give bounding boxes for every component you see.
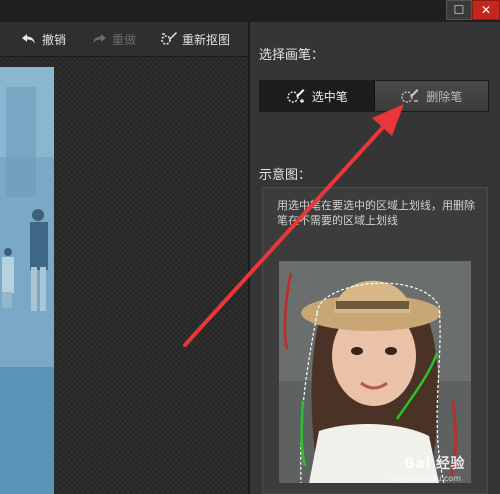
redo-icon (93, 34, 106, 44)
preview-section-title: 示意图： (259, 168, 312, 183)
select-brush-button[interactable]: 选中笔 (260, 81, 375, 111)
street-photo (0, 67, 54, 494)
redo-label: 重做 (112, 32, 137, 47)
rematte-label: 重新抠图 (182, 32, 231, 47)
undo-button[interactable]: 撤销 (20, 30, 66, 48)
brush-section-title: 选择画笔： (259, 48, 325, 63)
photo-preview (0, 67, 54, 494)
baidu-watermark-url: jingyan.baidu.com (387, 474, 461, 483)
brush-selector: 选中笔 删除笔 (259, 80, 489, 112)
maximize-icon: ☐ (453, 3, 465, 17)
erase-brush-button[interactable]: 删除笔 (374, 81, 488, 111)
preview-description: 用选中笔在要选中的区域上划线，用删除笔在不需要的区域上划线 (277, 199, 475, 227)
redo-button[interactable]: 重做 (90, 30, 136, 48)
rematte-icon (161, 32, 177, 45)
preview-box: 用选中笔在要选中的区域上划线，用删除笔在不需要的区域上划线 Bai 经验 jin… (262, 187, 488, 494)
rematte-button[interactable]: 重新抠图 (160, 30, 230, 48)
undo-icon (22, 34, 35, 44)
erase-brush-icon (401, 89, 419, 103)
select-brush-label: 选中笔 (311, 89, 348, 104)
girl-photo (279, 261, 471, 483)
baidu-watermark: Bai 经验 (404, 456, 465, 472)
select-brush-icon (287, 89, 305, 103)
image-canvas[interactable] (0, 57, 248, 494)
close-button[interactable]: ✕ (472, 0, 500, 20)
title-bar: ☐ ✕ (0, 0, 500, 22)
erase-brush-label: 删除笔 (426, 89, 463, 104)
undo-label: 撤销 (42, 32, 67, 47)
brush-panel: 选择画笔： 选中笔 删除笔 示意图： 用选中笔在要选中的区域上划线，用删除笔在不… (250, 22, 500, 494)
edit-toolbar: 撤销 重做 重新抠图 (0, 22, 248, 57)
preview-image: Bai 经验 jingyan.baidu.com (279, 261, 471, 483)
maximize-button[interactable]: ☐ (446, 0, 472, 20)
close-icon: ✕ (480, 3, 492, 17)
